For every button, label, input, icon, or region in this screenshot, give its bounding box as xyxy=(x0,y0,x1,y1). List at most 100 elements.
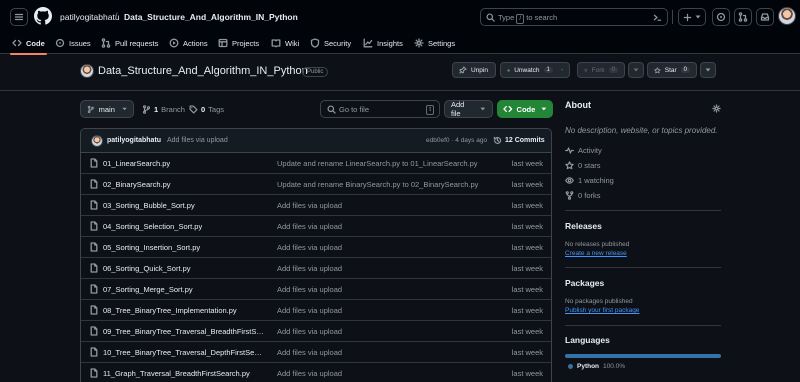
header-divider xyxy=(672,10,673,24)
file-commit-message[interactable]: Add files via upload xyxy=(277,348,342,357)
file-name-link[interactable]: 01_LinearSearch.py xyxy=(103,159,170,168)
branch-selector[interactable]: main xyxy=(80,100,134,118)
visibility-badge: Public xyxy=(302,67,329,77)
fork-icon xyxy=(565,191,574,200)
table-row[interactable]: 08_Tree_BinaryTree_Implementation.py Add … xyxy=(81,300,551,321)
copilot-button[interactable] xyxy=(712,8,730,26)
pull-requests-button[interactable] xyxy=(734,8,752,26)
eye-icon xyxy=(507,68,511,72)
stars-link[interactable]: 0 stars xyxy=(565,161,601,170)
unpin-button[interactable]: Unpin xyxy=(452,62,496,78)
tags-link[interactable]: 0 Tags xyxy=(189,105,224,114)
github-logo[interactable] xyxy=(34,7,52,25)
star-button[interactable]: Star 0 xyxy=(647,62,697,78)
search-input[interactable]: Type / to search xyxy=(480,8,668,26)
file-icon xyxy=(90,263,98,273)
file-name-link[interactable]: 04_Sorting_Selection_Sort.py xyxy=(103,222,202,231)
file-commit-message[interactable]: Add files via upload xyxy=(277,243,342,252)
commit-author[interactable]: patilyogitabhatu xyxy=(107,137,161,144)
file-commit-date: last week xyxy=(511,285,543,294)
unwatch-button[interactable]: Unwatch 1 xyxy=(500,62,570,78)
fork-options-button[interactable] xyxy=(628,62,644,78)
file-commit-message[interactable]: Add files via upload xyxy=(277,327,342,336)
book-icon xyxy=(271,39,281,48)
file-commit-date: last week xyxy=(511,243,543,252)
releases-title[interactable]: Releases xyxy=(565,221,602,231)
table-row[interactable]: 01_LinearSearch.py Update and rename Line… xyxy=(81,153,551,174)
file-name-link[interactable]: 06_Sorting_Quick_Sort.py xyxy=(103,264,191,273)
commit-message[interactable]: Add files via upload xyxy=(167,137,228,144)
go-to-file-input[interactable]: Go to file t xyxy=(320,100,440,118)
user-avatar[interactable] xyxy=(778,7,796,25)
file-commit-message[interactable]: Add files via upload xyxy=(277,201,342,210)
tab-wiki[interactable]: Wiki xyxy=(271,32,299,54)
inbox-button[interactable] xyxy=(756,8,774,26)
owner-link[interactable]: patilyogitabhatu xyxy=(60,12,120,22)
file-icon-wrap xyxy=(89,242,99,252)
command-palette-icon[interactable] xyxy=(653,13,662,22)
file-commit-message[interactable]: Add files via upload xyxy=(277,369,342,378)
file-commit-message[interactable]: Update and rename LinearSearch.py to 01_… xyxy=(277,159,478,168)
caret-down-icon xyxy=(705,68,711,72)
table-row[interactable]: 07_Sorting_Merge_Sort.py Add files via up… xyxy=(81,279,551,300)
owner-avatar[interactable] xyxy=(80,64,94,78)
file-commit-message[interactable]: Add files via upload xyxy=(277,285,342,294)
file-name-link[interactable]: 09_Tree_BinaryTree_Traversal_BreadthFirs… xyxy=(103,327,265,336)
table-row[interactable]: 11_Graph_Traversal_BreadthFirstSearch.py… xyxy=(81,363,551,382)
table-row[interactable]: 03_Sorting_Bubble_Sort.py Add files via u… xyxy=(81,195,551,216)
file-commit-message[interactable]: Update and rename BinarySearch.py to 02_… xyxy=(277,180,478,189)
file-name-link[interactable]: 07_Sorting_Merge_Sort.py xyxy=(103,285,193,294)
language-item-python[interactable]: Python 100.0% xyxy=(568,363,625,370)
star-options-button[interactable] xyxy=(700,62,716,78)
tab-issues[interactable]: Issues xyxy=(55,32,91,54)
play-icon xyxy=(169,38,179,48)
branches-link[interactable]: 1 Branch xyxy=(142,105,185,114)
file-name-link[interactable]: 10_Tree_BinaryTree_Traversal_DepthFirstS… xyxy=(103,348,265,357)
caret-down-icon xyxy=(695,15,701,19)
fork-button[interactable]: Fork 0 xyxy=(577,62,625,78)
hamburger-menu-button[interactable] xyxy=(10,8,28,26)
commit-author-avatar[interactable] xyxy=(91,135,103,147)
file-commit-message[interactable]: Add files via upload xyxy=(277,306,342,315)
create-release-link[interactable]: Create a new release xyxy=(565,250,627,257)
file-browser: patilyogitabhatu Add files via upload ed… xyxy=(80,128,552,382)
watching-link[interactable]: 1 watching xyxy=(565,176,614,185)
gear-icon[interactable] xyxy=(712,104,721,113)
tab-actions[interactable]: Actions xyxy=(169,32,208,54)
code-button[interactable]: Code xyxy=(497,100,553,118)
commits-link[interactable]: 12 Commits xyxy=(493,136,545,145)
forks-link[interactable]: 0 forks xyxy=(565,191,601,200)
table-row[interactable]: 02_BinarySearch.py Update and rename Bina… xyxy=(81,174,551,195)
tab-pull-requests[interactable]: Pull requests xyxy=(101,32,158,54)
file-name-link[interactable]: 05_Sorting_Insertion_Sort.py xyxy=(103,243,200,252)
table-row[interactable]: 06_Sorting_Quick_Sort.py Add files via up… xyxy=(81,258,551,279)
table-row[interactable]: 05_Sorting_Insertion_Sort.py Add files vi… xyxy=(81,237,551,258)
file-icon-wrap xyxy=(89,158,99,168)
repo-name-link[interactable]: Data_Structure_And_Algorithm_IN_Python xyxy=(124,12,298,22)
file-name-link[interactable]: 11_Graph_Traversal_BreadthFirstSearch.py xyxy=(103,369,250,378)
tab-settings[interactable]: Settings xyxy=(414,32,455,54)
tab-projects[interactable]: Projects xyxy=(218,32,259,54)
tab-security[interactable]: Security xyxy=(310,32,351,54)
publish-package-link[interactable]: Publish your first package xyxy=(565,307,639,314)
table-row[interactable]: 09_Tree_BinaryTree_Traversal_BreadthFirs… xyxy=(81,321,551,342)
fork-count: 0 xyxy=(608,67,618,73)
file-name-link[interactable]: 02_BinarySearch.py xyxy=(103,180,171,189)
tab-insights[interactable]: Insights xyxy=(363,32,403,54)
file-name-link[interactable]: 03_Sorting_Bubble_Sort.py xyxy=(103,201,195,210)
packages-title[interactable]: Packages xyxy=(565,278,604,288)
file-icon-wrap xyxy=(89,326,99,336)
file-commit-message[interactable]: Add files via upload xyxy=(277,264,342,273)
create-new-button[interactable] xyxy=(678,8,706,26)
repo-title[interactable]: Data_Structure_And_Algorithm_IN_Python xyxy=(98,65,308,77)
table-row[interactable]: 04_Sorting_Selection_Sort.py Add files vi… xyxy=(81,216,551,237)
table-row[interactable]: 10_Tree_BinaryTree_Traversal_DepthFirstS… xyxy=(81,342,551,363)
code-icon xyxy=(503,105,513,113)
tab-code[interactable]: Code xyxy=(10,32,47,55)
search-icon xyxy=(486,13,495,22)
file-name-link[interactable]: 08_Tree_BinaryTree_Implementation.py xyxy=(103,306,237,315)
activity-link[interactable]: Activity xyxy=(565,146,602,155)
commit-hash-time[interactable]: edb0ef0 · 4 days ago xyxy=(426,137,487,144)
add-file-button[interactable]: Add file xyxy=(444,100,493,118)
file-commit-message[interactable]: Add files via upload xyxy=(277,222,342,231)
